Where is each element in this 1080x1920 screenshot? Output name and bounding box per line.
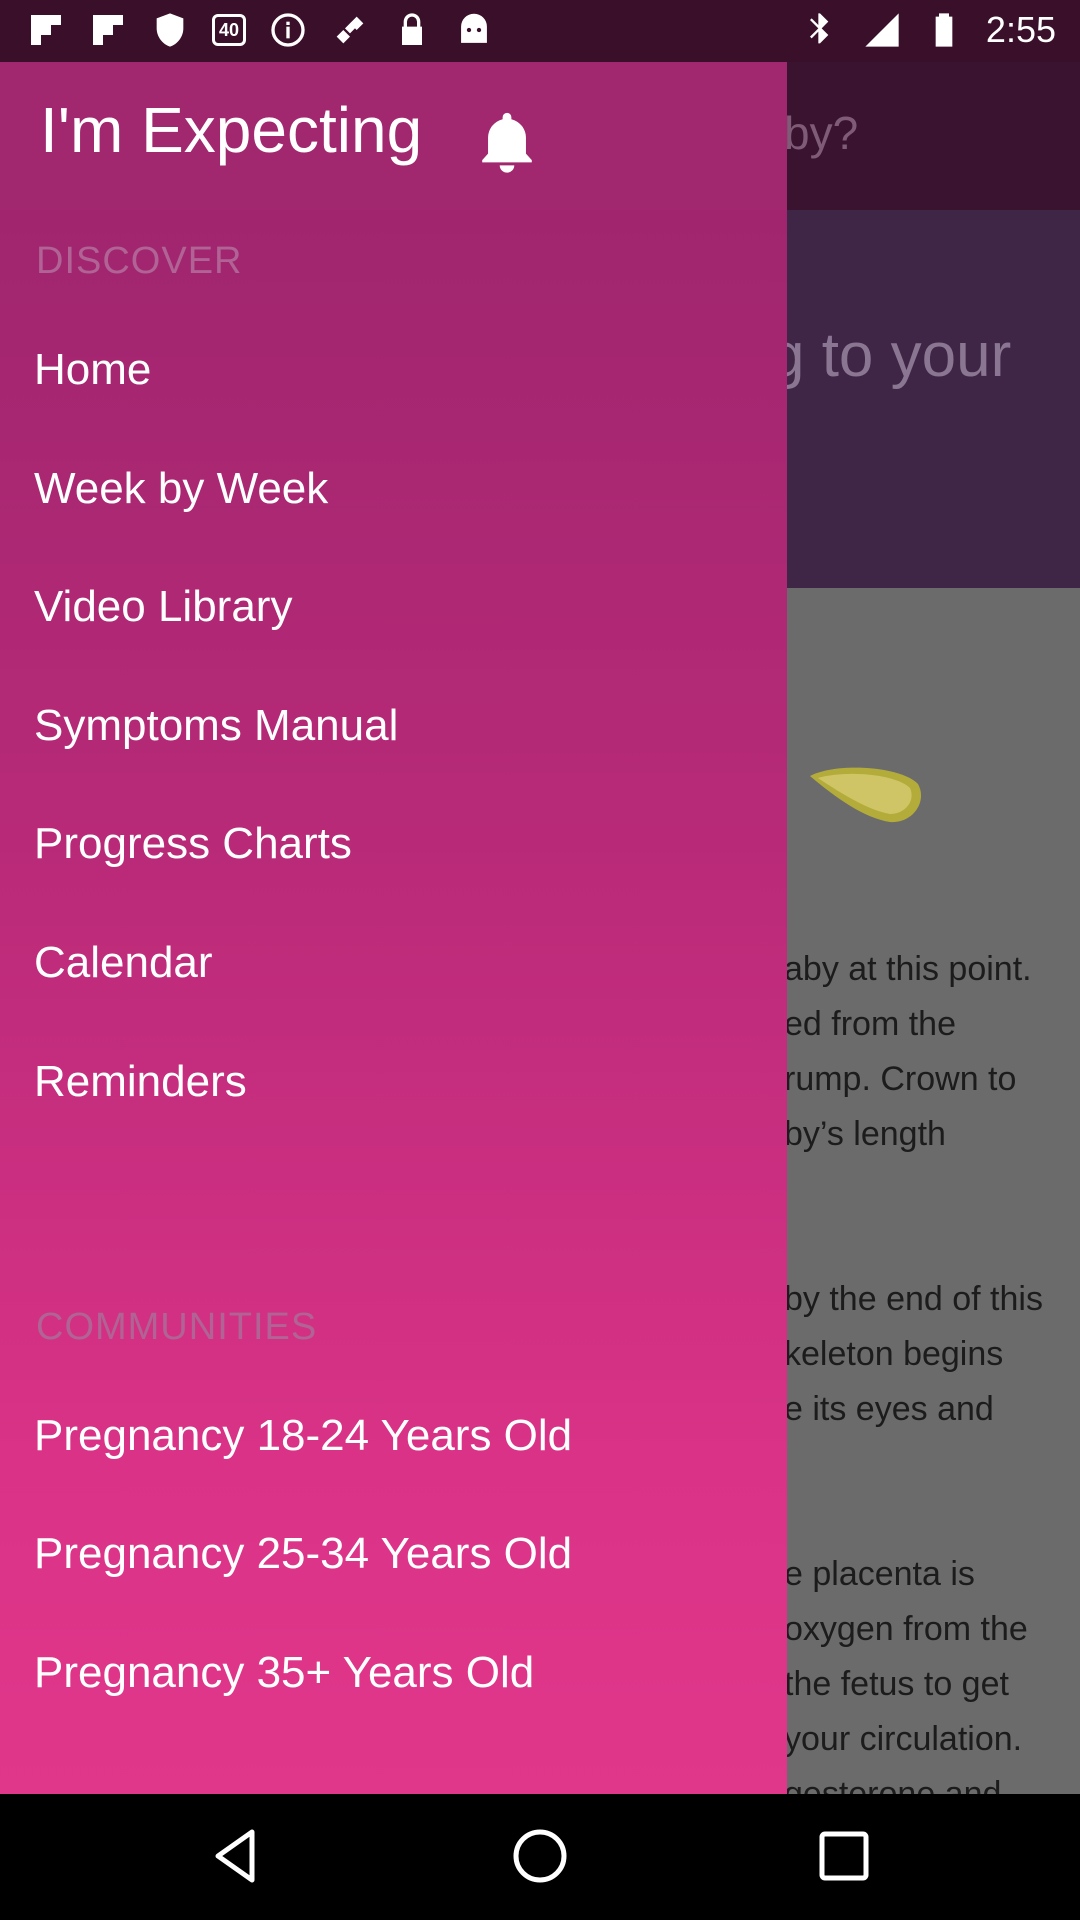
paragraph-line: aby at this point. (784, 950, 1032, 988)
flipboard-icon (26, 10, 66, 50)
paragraph-line: your circulation. (784, 1720, 1023, 1758)
notification-bell-icon[interactable] (472, 106, 542, 178)
drawer-item-week-by-week[interactable]: Week by Week (34, 463, 328, 515)
paragraph-line: gesterone and (784, 1775, 1002, 1794)
drawer-item-calendar[interactable]: Calendar (34, 937, 213, 989)
section-header-communities: COMMUNITIES (36, 1306, 318, 1348)
speed-badge: 40 (212, 14, 247, 46)
android-icon (454, 10, 494, 50)
status-bar: 40 2:55 (0, 0, 1080, 62)
drawer-item-pregnancy-25-34[interactable]: Pregnancy 25-34 Years Old (34, 1528, 572, 1580)
clock: 2:55 (985, 9, 1056, 50)
fetus-illustration (810, 767, 922, 823)
battery-icon (924, 10, 964, 50)
background-paragraph: aby at this point. ed from the rump. Cro… (784, 942, 1080, 1162)
shield-icon (150, 10, 190, 50)
drawer-header: I'm Expecting (0, 62, 787, 210)
paragraph-line: e its eyes and (784, 1390, 994, 1428)
paragraph-line: by the end of this (784, 1280, 1043, 1318)
app-title: I'm Expecting (40, 94, 423, 166)
flipboard-icon (88, 10, 128, 50)
navigation-drawer: I'm Expecting DISCOVER Home Week by Week… (0, 62, 787, 1794)
paragraph-line: oxygen from the (784, 1610, 1028, 1648)
section-header-discover: DISCOVER (36, 240, 243, 282)
background-toolbar-title: by? (784, 107, 859, 159)
drawer-item-pregnancy-35-plus[interactable]: Pregnancy 35+ Years Old (34, 1647, 534, 1699)
info-circle-icon (268, 10, 308, 50)
drawer-item-pregnancy-18-24[interactable]: Pregnancy 18-24 Years Old (34, 1410, 572, 1462)
recents-square-icon[interactable] (808, 1820, 880, 1892)
background-paragraph: by the end of this keleton begins e its … (784, 1272, 1080, 1437)
system-navigation-bar (0, 1794, 1080, 1920)
background-paragraph: e placenta is oxygen from the the fetus … (784, 1547, 1080, 1794)
fake-gps-satellite-icon (330, 10, 370, 50)
paragraph-line: rump. Crown to (784, 1060, 1017, 1098)
bluetooth-icon (800, 10, 840, 50)
paragraph-line: the fetus to get (784, 1665, 1009, 1703)
drawer-item-video-library[interactable]: Video Library (34, 581, 292, 633)
background-banner-text: g to your (770, 321, 1012, 390)
paragraph-line: e placenta is (784, 1555, 975, 1593)
back-triangle-icon[interactable] (200, 1820, 272, 1892)
lock-icon (392, 10, 432, 50)
drawer-item-reminders[interactable]: Reminders (34, 1056, 247, 1108)
signal-icon (862, 10, 902, 50)
drawer-item-progress-charts[interactable]: Progress Charts (34, 818, 352, 870)
paragraph-line: ed from the (784, 1005, 956, 1043)
paragraph-line: keleton begins (784, 1335, 1004, 1373)
home-circle-icon[interactable] (504, 1820, 576, 1892)
paragraph-line: by’s length (784, 1115, 946, 1153)
drawer-item-home[interactable]: Home (34, 344, 151, 396)
drawer-item-symptoms-manual[interactable]: Symptoms Manual (34, 700, 398, 752)
